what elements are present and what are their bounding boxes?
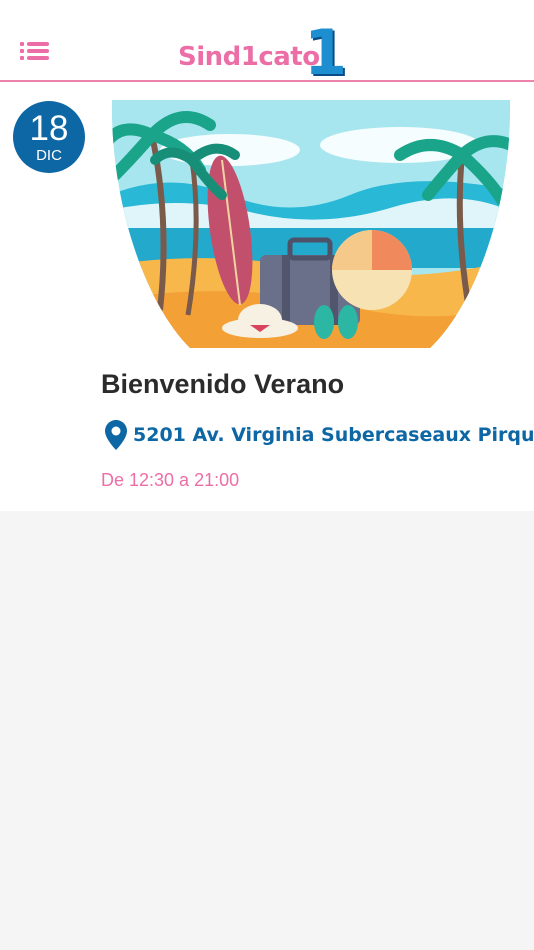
logo-text: Sind1cato xyxy=(178,42,320,72)
event-card[interactable]: 18 DIC Bienvenido Verano 5201 Av. Virgin… xyxy=(0,82,534,511)
date-badge: 18 DIC xyxy=(13,101,85,173)
app-logo: Sind1cato 1 xyxy=(178,22,358,84)
menu-button[interactable] xyxy=(18,40,52,68)
list-menu-icon xyxy=(20,42,49,60)
beach-illustration xyxy=(111,100,511,348)
event-location[interactable]: 5201 Av. Virginia Subercaseaux Pirque xyxy=(104,418,534,452)
event-address: 5201 Av. Virginia Subercaseaux Pirque xyxy=(133,424,534,446)
date-month: DIC xyxy=(36,147,62,164)
logo-number: 1 xyxy=(304,16,348,89)
event-title: Bienvenido Verano xyxy=(101,369,345,399)
date-day: 18 xyxy=(29,109,69,148)
map-pin-icon xyxy=(105,420,127,450)
event-time: De 12:30 a 21:00 xyxy=(101,470,240,490)
app-header: Sind1cato 1 xyxy=(0,0,534,84)
